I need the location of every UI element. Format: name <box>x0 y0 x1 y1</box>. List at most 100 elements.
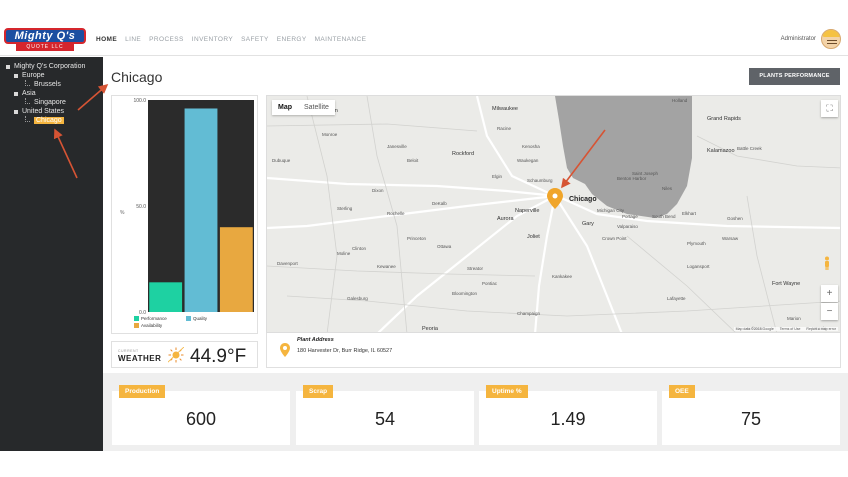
map-city-label: Schaumburg <box>527 178 553 183</box>
nav-energy[interactable]: ENERGY <box>277 36 307 43</box>
weather-widget: CURRENT WEATHER 44.9°F <box>111 341 258 368</box>
terms-link[interactable]: Terms of Use <box>780 327 801 331</box>
map-city-label: Niles <box>662 186 673 191</box>
tree-region-label: Europe <box>22 72 45 79</box>
map-city-label: Goshen <box>727 216 743 221</box>
kpi-card-uptime: Uptime % 1.49 <box>479 385 657 445</box>
map-city-label: Janesville <box>387 144 407 149</box>
map-city-label: Racine <box>497 126 512 131</box>
tree-connector-icon <box>25 79 30 86</box>
tab-map[interactable]: Map <box>272 100 298 115</box>
map-city-label: Streator <box>467 266 484 271</box>
map-type-tabs: Map Satellite <box>272 100 335 115</box>
tree-connector-icon <box>25 97 30 104</box>
map-city-label: Bloomington <box>452 291 478 296</box>
map-city-label: Benton Harbor <box>617 176 647 181</box>
map-city-label: Lafayette <box>667 296 686 301</box>
map-city-label: South Bend <box>652 214 676 219</box>
legend-item-quality[interactable]: Quality <box>186 316 238 321</box>
bar-availability[interactable] <box>219 227 253 312</box>
map-city-label: Princeton <box>407 236 427 241</box>
legend-item-performance[interactable]: Performance <box>134 316 186 321</box>
brand-logo[interactable]: Mighty Q's QUOTE LLC <box>4 28 86 52</box>
nav-safety[interactable]: SAFETY <box>241 36 269 43</box>
map-city-label: Sterling <box>337 206 353 211</box>
nav-home[interactable]: HOME <box>96 36 117 43</box>
zoom-in-button[interactable]: + <box>821 285 838 302</box>
tree-region-europe[interactable]: Europe <box>14 72 45 79</box>
legend-swatch <box>186 316 191 321</box>
map-city-label: Grand Rapids <box>707 116 741 122</box>
nav-inventory[interactable]: INVENTORY <box>192 36 233 43</box>
map-city-label: Dubuque <box>272 158 291 163</box>
map-data-credit: Map data ©2018 Google <box>735 327 774 331</box>
kpi-card-oee: OEE 75 <box>662 385 840 445</box>
kpi-value: 75 <box>740 409 762 429</box>
tree-node-icon <box>14 91 18 96</box>
tab-satellite[interactable]: Satellite <box>298 100 335 115</box>
bar-performance[interactable] <box>149 282 183 312</box>
tree-root[interactable]: Mighty Q's Corporation <box>6 63 85 70</box>
map-city-label: Joliet <box>527 234 540 240</box>
map-city-label: Elgin <box>492 174 503 179</box>
nav-process[interactable]: PROCESS <box>149 36 184 43</box>
location-pin-icon <box>280 343 290 357</box>
pegman-icon[interactable] <box>823 256 831 270</box>
zoom-out-button[interactable]: − <box>821 303 838 320</box>
kpi-value: 1.49 <box>550 409 586 429</box>
map-panel[interactable]: MadisonMilwaukeeHollandRacineKenoshaGran… <box>266 95 841 333</box>
map-city-label: Rochelle <box>387 211 405 216</box>
bar-quality[interactable] <box>184 108 218 312</box>
sidebar-tree: Mighty Q's Corporation Europe Brussels A… <box>0 57 103 451</box>
weather-label-current: CURRENT <box>118 349 139 353</box>
map-city-label: Holland <box>672 98 688 103</box>
map-city-label: Peoria <box>422 326 438 332</box>
logo-wordmark: Mighty Q's <box>4 28 86 44</box>
tree-region-label: Asia <box>22 90 36 97</box>
y-tick-label: 100.0 <box>133 98 146 104</box>
tree-node-icon <box>14 73 18 78</box>
nav-line[interactable]: LINE <box>125 36 141 43</box>
logo-subtext: QUOTE LLC <box>16 44 74 51</box>
y-axis-ticks: 0.050.0100.0 <box>133 98 146 316</box>
map-city-label: Monroe <box>322 132 338 137</box>
map-city-label: Milwaukee <box>492 106 518 112</box>
map-city-label: Kalamazoo <box>707 148 735 154</box>
tree-node-icon <box>6 64 10 69</box>
tree-site-chicago[interactable]: Chicago <box>25 115 64 124</box>
weather-label: WEATHER <box>118 354 162 363</box>
main-nav: HOME LINE PROCESS INVENTORY SAFETY ENERG… <box>96 36 366 43</box>
tree-site-brussels[interactable]: Brussels <box>25 79 61 88</box>
tree-site-singapore[interactable]: Singapore <box>25 97 66 106</box>
map-city-label: Elkhart <box>682 211 697 216</box>
map-city-label: Kewanee <box>377 264 396 269</box>
legend-swatch <box>134 316 139 321</box>
map-city-label: Davenport <box>277 261 298 266</box>
map-city-label: Fort Wayne <box>772 281 801 287</box>
user-name[interactable]: Administrator <box>781 36 816 42</box>
legend-item-availability[interactable]: Availability <box>134 323 186 328</box>
tree-region-asia[interactable]: Asia <box>14 90 36 97</box>
legend-swatch <box>134 323 139 328</box>
map-city-label: Naperville <box>515 208 540 214</box>
fullscreen-icon[interactable]: ⛶ <box>821 100 838 117</box>
map-city-label: DeKalb <box>432 201 447 206</box>
legend-label: Availability <box>141 323 163 328</box>
nav-maintenance[interactable]: MAINTENANCE <box>315 36 367 43</box>
kpi-label: Scrap <box>303 385 334 398</box>
tree-region-united-states[interactable]: United States <box>14 108 64 115</box>
avatar[interactable] <box>821 29 841 49</box>
map-city-label: Marion <box>787 316 801 321</box>
map-city-label: Kankakee <box>552 274 573 279</box>
plants-performance-chart-button[interactable]: PLANTS PERFORMANCE CHART <box>749 68 840 96</box>
performance-chart-panel: 0.0 50.0 100.0 % Performance Quality Availab… <box>111 95 258 334</box>
kpi-label: Uptime % <box>486 385 528 398</box>
map-city-label: Champaign <box>517 311 541 316</box>
kpi-card-scrap: Scrap 54 <box>296 385 474 445</box>
report-error-link[interactable]: Report a map error <box>806 327 836 331</box>
tree-region-label: United States <box>22 108 65 115</box>
footer-space <box>0 451 848 477</box>
legend-label: Performance <box>141 316 167 321</box>
map-city-label: Clinton <box>352 246 367 251</box>
map-city-label: Valparaiso <box>617 224 638 229</box>
